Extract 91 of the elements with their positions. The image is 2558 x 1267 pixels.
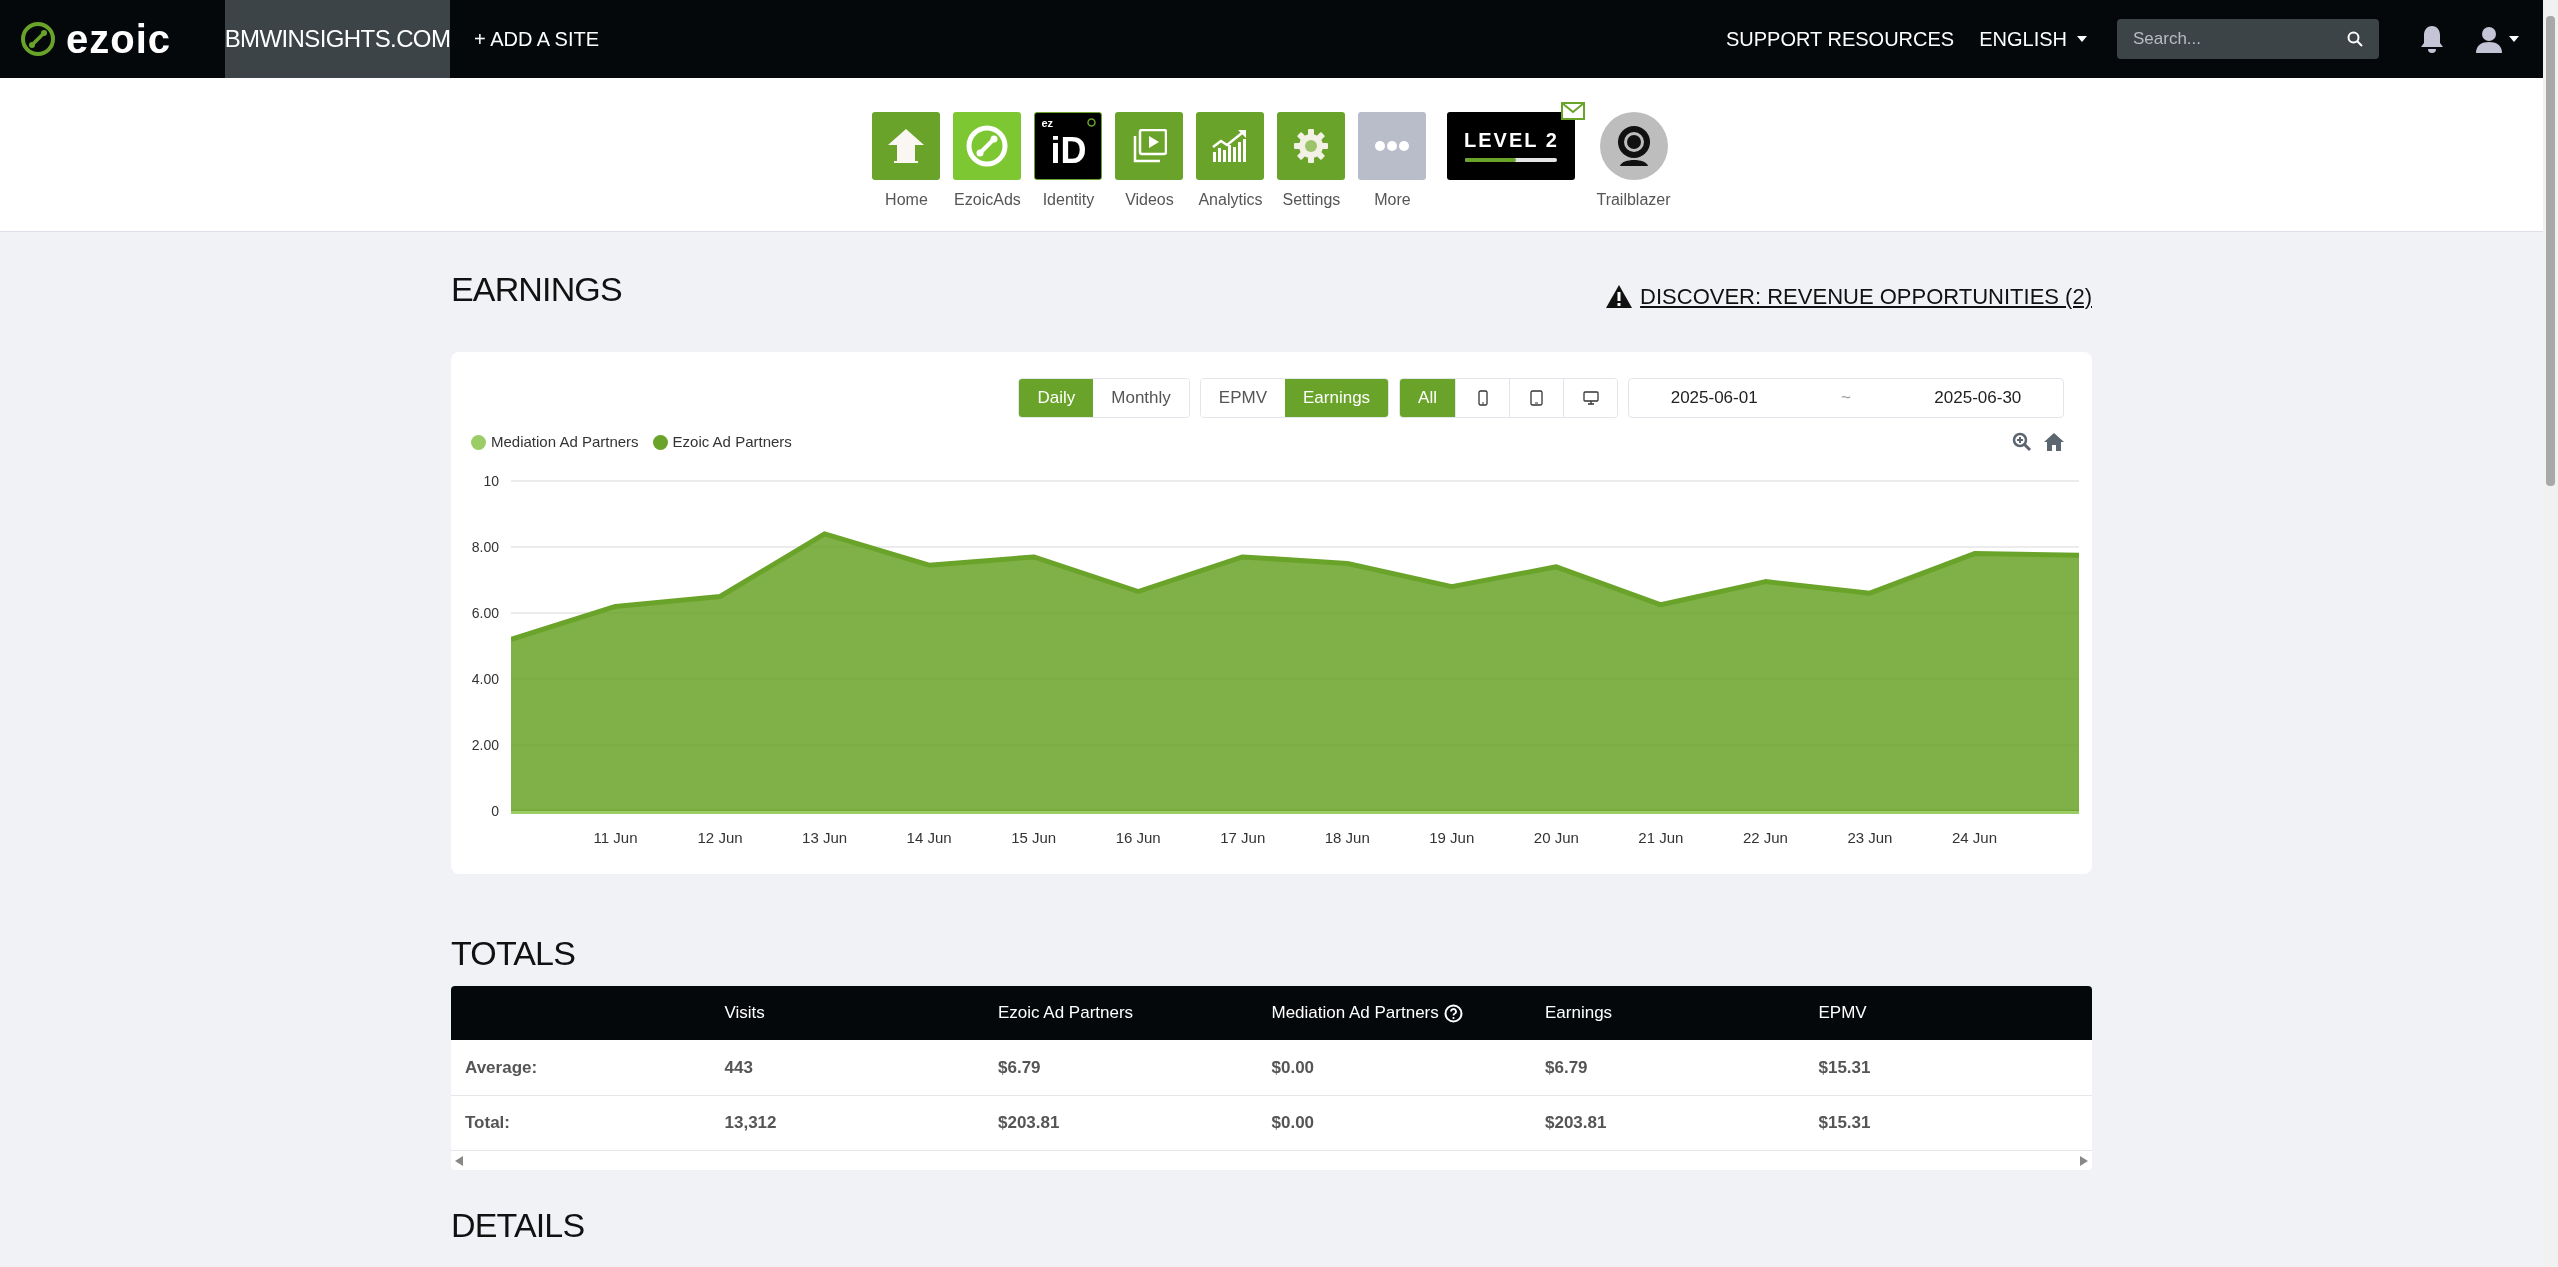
language-dropdown[interactable]: ENGLISH xyxy=(1979,24,2087,54)
table-cell-text: $0.00 xyxy=(1271,1112,1316,1135)
y-tick-label: 10 xyxy=(483,473,499,489)
x-tick-label: 17 Jun xyxy=(1220,829,1266,846)
column-header: Ezoic Ad Partners xyxy=(998,1002,1134,1025)
page-scrollbar[interactable] xyxy=(2543,0,2558,1267)
level-badge[interactable]: LEVEL 2 xyxy=(1447,112,1576,180)
nav-label[interactable]: EzoicAds xyxy=(954,188,1021,212)
x-tick-label: 19 Jun xyxy=(1429,829,1475,846)
y-tick-label: 2.00 xyxy=(471,737,499,753)
y-tick-label: 4.00 xyxy=(471,671,499,687)
support-link[interactable]: SUPPORT RESOURCES xyxy=(1726,24,1955,54)
table-cell-text: $6.79 xyxy=(998,1056,1042,1079)
y-tick-label: 6.00 xyxy=(471,605,499,621)
caret-icon xyxy=(2509,36,2519,42)
bar-chart-icon xyxy=(1212,130,1249,162)
x-tick-label: 18 Jun xyxy=(1324,829,1370,846)
nav-label[interactable]: Identity xyxy=(1042,188,1095,212)
user-icon xyxy=(2475,25,2503,53)
section-title: DETAILS xyxy=(451,1205,586,1246)
app-tile[interactable] xyxy=(872,112,941,180)
table-cell-text: 443 xyxy=(724,1056,754,1079)
table-cell-text: $6.79 xyxy=(1545,1056,1589,1079)
x-tick-label: 21 Jun xyxy=(1638,829,1684,846)
warning-icon xyxy=(1606,284,1633,308)
app-tile[interactable] xyxy=(1115,112,1184,180)
x-tick-label: 14 Jun xyxy=(906,829,952,846)
x-tick-label: 15 Jun xyxy=(1011,829,1057,846)
desktop-icon xyxy=(1582,391,1599,405)
table-cell-text: $15.31 xyxy=(1818,1056,1872,1079)
legend-label[interactable]: Ezoic Ad Partners xyxy=(672,430,792,454)
x-tick-label: 22 Jun xyxy=(1742,829,1788,846)
bell-icon[interactable] xyxy=(2419,24,2445,54)
x-tick-label: 23 Jun xyxy=(1847,829,1893,846)
column-header: Mediation Ad Partners xyxy=(1271,1002,1439,1025)
nav-label[interactable]: Settings xyxy=(1282,188,1341,212)
house-icon xyxy=(888,129,925,163)
sync-icon xyxy=(1087,118,1097,127)
logo-wordmark: ezoic xyxy=(66,19,172,59)
section-title: TOTALS xyxy=(451,933,576,974)
more-icon xyxy=(1375,141,1410,151)
row-label: Average: xyxy=(464,1056,539,1079)
site-tab[interactable]: BMWINSIGHTS.COM xyxy=(225,0,450,78)
x-tick-label: 12 Jun xyxy=(697,829,743,846)
app-tile[interactable] xyxy=(1196,112,1265,180)
x-tick-label: 20 Jun xyxy=(1533,829,1579,846)
gear-icon xyxy=(1293,128,1330,164)
table-cell-text: 13,312 xyxy=(724,1112,778,1135)
section-title: EARNINGS xyxy=(451,268,622,310)
search-icon xyxy=(2347,31,2363,47)
y-tick-label: 8.00 xyxy=(471,539,499,555)
column-header: EPMV xyxy=(1818,1002,1867,1025)
nav-label[interactable]: Analytics xyxy=(1198,188,1263,212)
envelope-icon[interactable] xyxy=(1561,102,1586,120)
column-header: Visits xyxy=(724,1002,765,1025)
discover-link[interactable]: DISCOVER: REVENUE OPPORTUNITIES (2) xyxy=(1606,279,2092,313)
table-cell-text: $0.00 xyxy=(1271,1056,1316,1079)
search-field[interactable]: Search... xyxy=(2117,19,2379,59)
identity-tile[interactable]: ez iD xyxy=(1034,112,1103,180)
nav-label[interactable]: More xyxy=(1374,188,1411,212)
video-library-icon xyxy=(1131,129,1168,163)
scroll-right-icon[interactable] xyxy=(2080,1155,2088,1166)
table-cell-text: $203.81 xyxy=(998,1112,1061,1135)
nav-label[interactable]: Trailblazer xyxy=(1596,188,1671,212)
scroll-left-icon[interactable] xyxy=(455,1155,463,1166)
nav-label[interactable]: Home xyxy=(885,188,928,212)
desktop-filter-button[interactable] xyxy=(1563,379,1617,417)
caret-icon xyxy=(2077,36,2087,42)
app-tile[interactable] xyxy=(1277,112,1346,180)
logo-icon xyxy=(20,21,56,57)
phone-icon xyxy=(1477,390,1488,406)
x-tick-label: 11 Jun xyxy=(593,829,638,846)
help-icon[interactable] xyxy=(1443,1003,1463,1023)
legend-label[interactable]: Mediation Ad Partners xyxy=(491,430,639,454)
table-cell-text: $203.81 xyxy=(1545,1112,1608,1135)
tablet-icon xyxy=(1530,390,1543,406)
zoom-in-icon[interactable] xyxy=(2012,432,2032,452)
table-cell-text: $15.31 xyxy=(1818,1112,1872,1135)
x-tick-label: 13 Jun xyxy=(802,829,848,846)
app-tile[interactable] xyxy=(953,112,1022,180)
row-label: Total: xyxy=(464,1112,511,1135)
x-tick-label: 16 Jun xyxy=(1115,829,1161,846)
nav-label[interactable]: Videos xyxy=(1125,188,1174,212)
date-range-field[interactable]: 2025-06-01 ~ 2025-06-30 xyxy=(1628,378,2064,418)
y-tick-label: 0 xyxy=(491,803,499,819)
add-site-link[interactable]: + ADD A SITE xyxy=(474,24,600,54)
column-header: Earnings xyxy=(1545,1002,1613,1025)
x-tick-label: 24 Jun xyxy=(1951,829,1997,846)
user-menu[interactable] xyxy=(2475,25,2519,53)
app-tile[interactable] xyxy=(1358,112,1427,180)
home-icon[interactable] xyxy=(2044,433,2064,451)
